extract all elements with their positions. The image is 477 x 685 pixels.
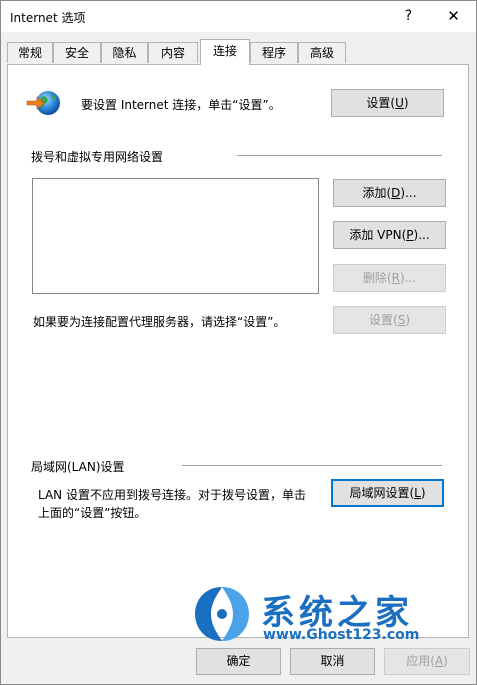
lan-info-line2: 上面的“设置”按钮。	[38, 506, 147, 520]
window-title: Internet 选项	[10, 11, 86, 25]
ok-button[interactable]: 确定	[196, 648, 281, 675]
dialup-settings-end: )	[405, 313, 410, 327]
lan-settings-end: )	[420, 486, 426, 500]
tab-security[interactable]: 安全	[53, 42, 101, 63]
tab-general[interactable]: 常规	[7, 42, 53, 63]
add-vpn-button-label: 添加 VPN(	[349, 228, 407, 242]
close-button[interactable]: ✕	[431, 1, 476, 32]
internet-options-window: Internet 选项 ? ✕ 常规 安全 隐私 内容 连接 程序 高级 要设置…	[0, 0, 477, 685]
apply-button[interactable]: 应用(A)	[384, 648, 470, 675]
dialup-settings-button[interactable]: 设置(S)	[333, 306, 446, 334]
cancel-button[interactable]: 取消	[290, 648, 375, 675]
tab-connections[interactable]: 连接	[200, 39, 250, 65]
proxy-instruction-text: 如果要为连接配置代理服务器，请选择“设置”。	[33, 315, 286, 329]
remove-button-accel: R	[391, 271, 400, 285]
tab-advanced[interactable]: 高级	[298, 42, 346, 63]
lan-section-title: 局域网(LAN)设置	[31, 460, 125, 474]
globe-arrow-icon	[26, 91, 60, 115]
apply-button-end: )	[443, 654, 448, 668]
connections-listbox[interactable]	[32, 178, 319, 294]
help-button[interactable]: ?	[386, 1, 431, 32]
title-bar: Internet 选项 ? ✕	[1, 1, 476, 32]
tab-privacy[interactable]: 隐私	[101, 42, 148, 63]
apply-button-label: 应用(	[406, 654, 435, 668]
lan-settings-label: 局域网设置(	[349, 486, 415, 500]
dialup-section-divider	[237, 155, 442, 156]
remove-button-end: )...	[399, 271, 417, 285]
lan-settings-button[interactable]: 局域网设置(L)	[331, 479, 444, 507]
add-button-end: )...	[400, 186, 417, 200]
dialup-section-title: 拨号和虚拟专用网络设置	[31, 150, 164, 164]
lan-info-line1: LAN 设置不应用到拨号连接。对于拨号设置，单击	[38, 488, 306, 502]
add-button[interactable]: 添加(D)...	[333, 179, 446, 207]
setup-button[interactable]: 设置(U)	[331, 89, 444, 117]
setup-button-accel: U	[395, 96, 404, 110]
dialup-settings-label: 设置(	[369, 313, 398, 327]
tab-content[interactable]: 内容	[148, 42, 198, 63]
remove-button-label: 删除(	[362, 271, 392, 285]
add-vpn-button-end: )...	[413, 228, 430, 242]
system-home-logo-icon	[195, 587, 249, 641]
watermark: 系统之家 www.Ghost123.com	[191, 583, 461, 645]
apply-button-accel: A	[434, 654, 444, 668]
setup-button-end: )	[403, 96, 409, 110]
lan-settings-accel: L	[414, 486, 421, 500]
tab-programs[interactable]: 程序	[250, 42, 298, 63]
watermark-url: www.Ghost123.com	[263, 627, 420, 643]
add-vpn-button-accel: P	[406, 228, 414, 242]
add-vpn-button[interactable]: 添加 VPN(P)...	[333, 221, 446, 249]
add-button-label: 添加(	[362, 186, 392, 200]
setup-instruction-text: 要设置 Internet 连接，单击“设置”。	[81, 98, 281, 112]
remove-button[interactable]: 删除(R)...	[333, 264, 446, 292]
setup-button-label: 设置(	[366, 96, 396, 110]
lan-section-divider	[182, 465, 442, 466]
